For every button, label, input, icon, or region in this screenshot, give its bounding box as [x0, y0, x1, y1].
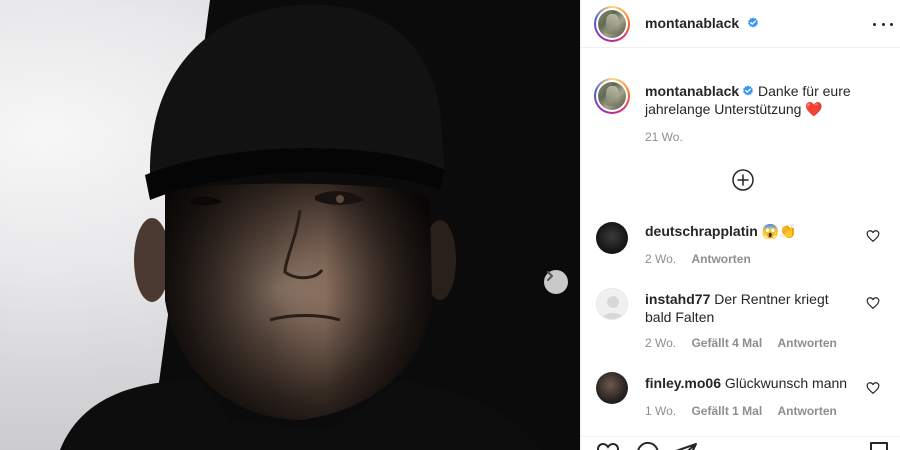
share-icon[interactable]: [674, 441, 698, 450]
comment-likes[interactable]: Gefällt 4 Mal: [691, 336, 762, 350]
heart-outline-icon[interactable]: [866, 381, 880, 395]
comment-time[interactable]: 2 Wo.: [645, 252, 676, 266]
post-action-bar: [581, 436, 900, 450]
comment-username[interactable]: deutschrapplatin: [645, 223, 758, 239]
post-time[interactable]: 21 Wo.: [645, 128, 885, 146]
comment-likes[interactable]: Gefällt 1 Mal: [691, 404, 762, 418]
verified-badge-icon: [747, 17, 758, 28]
post-caption: montanablack Danke für eure jahrelange U…: [645, 82, 885, 146]
commenter-avatar[interactable]: [596, 288, 628, 320]
bookmark-icon[interactable]: [868, 441, 890, 450]
caption-username[interactable]: montanablack: [645, 83, 739, 99]
verified-badge-icon: [743, 85, 754, 96]
reply-button[interactable]: Antworten: [778, 336, 837, 350]
comment-icon[interactable]: [636, 441, 660, 450]
heart-outline-icon[interactable]: [596, 441, 620, 450]
comment-username[interactable]: instahd77: [645, 291, 710, 307]
heart-outline-icon[interactable]: [866, 229, 880, 243]
post-header: montanablack: [581, 0, 900, 48]
author-avatar[interactable]: [594, 6, 630, 42]
reply-button[interactable]: Antworten: [778, 404, 837, 418]
next-image-button[interactable]: [544, 270, 568, 294]
reply-button[interactable]: Antworten: [691, 252, 750, 266]
post-photo[interactable]: [0, 0, 580, 450]
comment-text: Glückwunsch mann: [724, 375, 848, 391]
caption-avatar[interactable]: [594, 78, 630, 114]
default-avatar-icon: [602, 296, 624, 319]
comment-time[interactable]: 1 Wo.: [645, 404, 676, 418]
heart-outline-icon[interactable]: [866, 296, 880, 310]
commenter-avatar[interactable]: [596, 372, 628, 404]
chevron-right-icon: [547, 271, 553, 281]
caption-emoji: ❤️: [805, 101, 823, 117]
author-username[interactable]: montanablack: [645, 15, 739, 31]
comment-text: 😱👏: [761, 223, 797, 239]
plus-circle-icon[interactable]: [731, 168, 755, 192]
post-side-panel: montanablack montanablack Danke für eure…: [580, 0, 900, 450]
portrait-image: [60, 0, 580, 450]
more-options-icon[interactable]: [873, 16, 893, 32]
comment-time[interactable]: 2 Wo.: [645, 336, 676, 350]
comment-username[interactable]: finley.mo06: [645, 375, 721, 391]
commenter-avatar[interactable]: [596, 222, 628, 254]
